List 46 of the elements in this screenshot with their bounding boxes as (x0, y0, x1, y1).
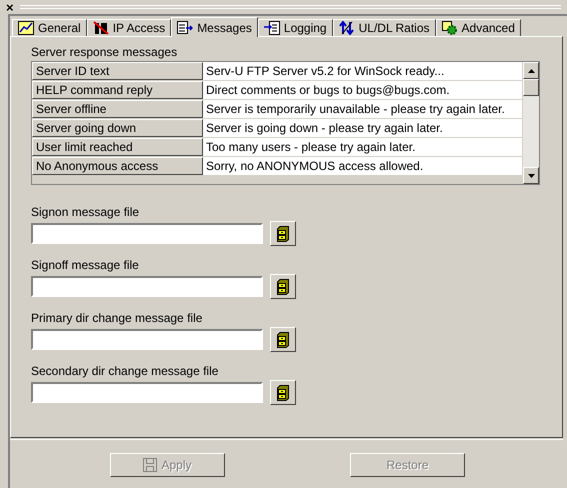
field-label: Signoff message file (31, 258, 140, 272)
browse-button[interactable] (270, 380, 296, 405)
file-cabinet-icon (277, 278, 289, 294)
field-label: Signon message file (31, 205, 140, 219)
tab[interactable]: General (12, 19, 87, 36)
document-arrow-icon (177, 20, 194, 34)
scrollbar[interactable] (522, 62, 539, 184)
browse-button[interactable] (270, 327, 296, 352)
tab[interactable]: Messages (171, 17, 258, 37)
input-field[interactable] (31, 276, 263, 297)
up-down-arrows-icon (338, 21, 355, 35)
input-field[interactable] (31, 382, 263, 403)
tab[interactable]: Logging (258, 19, 333, 36)
down-arrow-icon (528, 174, 534, 178)
chart-icon (18, 21, 34, 35)
tab[interactable]: UL/DL Ratios (332, 19, 436, 36)
message-cell[interactable]: Too many users - please try again later. (203, 138, 522, 156)
gear-icon (442, 21, 458, 35)
up-arrow-icon (528, 68, 534, 72)
row-header: Server offline (32, 100, 203, 118)
message-cell[interactable]: Server is going down - please try again later. (203, 119, 522, 137)
file-cabinet-icon (277, 226, 289, 242)
row-header: HELP command reply (32, 81, 203, 99)
scroll-down-button[interactable] (523, 167, 539, 184)
row-header: User limit reached (32, 138, 203, 156)
row-header: Server going down (32, 119, 203, 137)
field-label: Primary dir change message file (31, 311, 204, 325)
file-cabinet-icon (277, 384, 289, 400)
input-field[interactable] (31, 329, 263, 350)
group-label: Server response messages (31, 45, 178, 59)
tab[interactable]: IP Access (86, 19, 172, 36)
browse-button[interactable] (270, 274, 296, 299)
field-label: Secondary dir change message file (31, 364, 220, 378)
tab[interactable]: Advanced (436, 19, 521, 36)
scroll-thumb[interactable] (523, 79, 539, 96)
browse-button[interactable] (270, 221, 296, 246)
close-button[interactable]: × (6, 0, 14, 14)
message-cell[interactable]: Direct comments or bugs to bugs@bugs.com. (203, 81, 522, 99)
file-cabinet-icon (277, 332, 289, 348)
input-field[interactable] (31, 223, 263, 244)
row-header: Server ID text (32, 62, 203, 80)
message-cell[interactable]: Serv-U FTP Server v5.2 for WinSock ready... (203, 62, 522, 80)
row-header: No Anonymous access (32, 157, 203, 175)
message-cell[interactable]: Sorry, no ANONYMOUS access allowed. (203, 157, 522, 175)
scroll-up-button[interactable] (523, 62, 539, 79)
message-cell[interactable]: Server is temporarily unavailable - please try again later. (203, 100, 522, 118)
